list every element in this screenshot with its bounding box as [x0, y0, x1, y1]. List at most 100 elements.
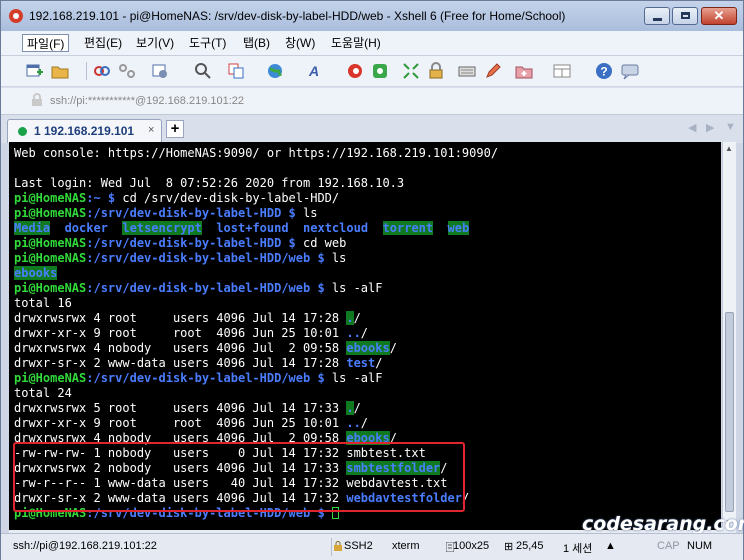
- xftp-icon[interactable]: [371, 62, 389, 80]
- tab-close-icon[interactable]: ×: [148, 124, 154, 136]
- listing-row: drwxr-sr-x 2 www-data users 4096 Jul 14 …: [14, 356, 382, 371]
- prompt-path: :/srv/dev-disk-by-label-HDD/web $: [86, 281, 332, 295]
- tab-bar: 1 192.168.219.101 × + ◀ ▶ ▼: [1, 114, 743, 143]
- menu-file[interactable]: 파일(F): [22, 34, 70, 52]
- dir-entry: ebooks: [14, 266, 58, 280]
- prompt-user: pi@HomeNAS: [14, 251, 87, 265]
- listing-row: drwxr-xr-x 9 root root 4096 Jun 25 10:01…: [14, 326, 368, 341]
- menu-tools[interactable]: 도구(T): [185, 34, 230, 52]
- prompt-path: :/srv/dev-disk-by-label-HDD/web $: [86, 371, 332, 385]
- file-name: ebooks: [346, 431, 390, 445]
- file-name: webdavtest.txt: [346, 476, 448, 490]
- terminal-line: pi@HomeNAS:/srv/dev-disk-by-label-HDD/we…: [14, 371, 382, 386]
- terminal-screen[interactable]: Web console: https://HomeNAS:9090/ or ht…: [9, 142, 721, 530]
- help-icon[interactable]: ?: [595, 62, 613, 80]
- svg-text:?: ?: [600, 65, 607, 79]
- terminal-line: pi@HomeNAS:/srv/dev-disk-by-label-HDD $ …: [14, 206, 317, 221]
- file-meta: drwxr-xr-x 9 root root 4096 Jun 25 10:01: [14, 326, 347, 340]
- listing-row: -rw-r--r-- 1 www-data users 40 Jul 14 17…: [14, 476, 448, 491]
- file-suffix: /: [353, 311, 361, 325]
- address-text[interactable]: ssh://pi:***********@192.168.219.101:22: [50, 95, 244, 107]
- minimize-icon: [653, 18, 662, 21]
- minimize-button[interactable]: [644, 7, 670, 25]
- keyboard-icon[interactable]: [458, 62, 476, 80]
- terminal-scrollbar[interactable]: ▲ ▼: [722, 142, 736, 530]
- file-meta: drwxrwsrwx 4 root users 4096 Jul 14 17:2…: [14, 311, 347, 325]
- listing-row: drwxr-sr-x 2 www-data users 4096 Jul 14 …: [14, 491, 469, 506]
- terminal-line: pi@HomeNAS:/srv/dev-disk-by-label-HDD/we…: [14, 251, 346, 266]
- menu-window[interactable]: 창(W): [281, 34, 319, 52]
- file-name: ..: [346, 326, 361, 340]
- terminal-line: total 16: [14, 296, 72, 310]
- copy-icon[interactable]: [227, 62, 245, 80]
- menu-tab[interactable]: 탭(B): [239, 34, 274, 52]
- xshell-icon[interactable]: [346, 62, 364, 80]
- file-suffix: /: [360, 326, 369, 340]
- prompt-user: pi@HomeNAS: [14, 371, 87, 385]
- listing-row: drwxr-xr-x 9 root root 4096 Jun 25 10:01…: [14, 416, 368, 431]
- xshell-app-icon: [9, 9, 23, 23]
- prompt-user: pi@HomeNAS: [14, 506, 87, 520]
- listing-row: drwxrwsrwx 4 nobody users 4096 Jul 2 09:…: [14, 431, 397, 446]
- command: ls: [331, 251, 347, 265]
- disconnect-icon[interactable]: [118, 62, 136, 80]
- command: ls -alF: [331, 371, 383, 385]
- close-button[interactable]: ✕: [701, 7, 737, 25]
- dir-entry: nextcloud: [303, 221, 369, 235]
- new-session-icon[interactable]: [25, 62, 43, 80]
- watermark: codesarang.com: [582, 513, 744, 535]
- scroll-up-icon[interactable]: ▲: [725, 144, 733, 153]
- status-separator: [331, 538, 332, 556]
- tab-scroll-right-icon[interactable]: ▶: [706, 121, 714, 134]
- menu-bar: 파일(F) 편집(E) 보기(V) 도구(T) 탭(B) 창(W) 도움말(H): [1, 31, 743, 56]
- file-name: test: [346, 356, 376, 370]
- file-name: smbtestfolder: [346, 461, 441, 475]
- prompt-user: pi@HomeNAS: [14, 281, 87, 295]
- globe-icon[interactable]: [266, 62, 284, 80]
- terminal-line: pi@HomeNAS:~ $ cd /srv/dev-disk-by-label…: [14, 191, 339, 206]
- lock-icon[interactable]: [427, 62, 445, 80]
- session-tab-label: 1 192.168.219.101: [34, 124, 135, 138]
- new-tab-icon[interactable]: [515, 62, 533, 80]
- properties-icon[interactable]: [151, 62, 169, 80]
- file-suffix: /: [440, 461, 448, 475]
- file-meta: drwxrwsrwx 4 nobody users 4096 Jul 2 09:…: [14, 431, 347, 445]
- listing-row: drwxrwsrwx 5 root users 4096 Jul 14 17:3…: [14, 401, 361, 416]
- listing-row: drwxrwsrwx 4 root users 4096 Jul 14 17:2…: [14, 311, 361, 326]
- find-icon[interactable]: [194, 62, 212, 80]
- tab-scroll-left-icon[interactable]: ◀: [688, 121, 696, 134]
- status-protocol: SSH2: [344, 540, 373, 552]
- session-tab[interactable]: 1 192.168.219.101 ×: [7, 119, 162, 143]
- menu-help[interactable]: 도움말(H): [327, 34, 385, 52]
- window-title: 192.168.219.101 - pi@HomeNAS: /srv/dev-d…: [29, 9, 566, 23]
- menu-view[interactable]: 보기(V): [132, 34, 178, 52]
- maximize-button[interactable]: [672, 7, 698, 25]
- file-meta: drwxrwsrwx 2 nobody users 4096 Jul 14 17…: [14, 461, 347, 475]
- file-name: .: [346, 401, 354, 415]
- terminal-line: ebooks: [14, 266, 58, 281]
- status-num: NUM: [687, 540, 713, 552]
- chat-icon[interactable]: [621, 62, 639, 80]
- prompt-path: :/srv/dev-disk-by-label-HDD $: [86, 206, 303, 220]
- font-icon[interactable]: A: [305, 62, 323, 80]
- prompt-path: :~ $: [86, 191, 123, 205]
- compose-icon[interactable]: [484, 62, 502, 80]
- layout-icon[interactable]: [553, 62, 571, 80]
- dir-entry: lost+found: [216, 221, 289, 235]
- toolbar-separator: [86, 62, 87, 80]
- terminal-line: pi@HomeNAS:/srv/dev-disk-by-label-HDD $ …: [14, 236, 346, 251]
- tab-list-icon[interactable]: ▼: [725, 121, 736, 133]
- sessions-dropdown-icon[interactable]: ▲: [605, 540, 616, 552]
- status-term: xterm: [392, 540, 420, 552]
- file-suffix: /: [353, 401, 361, 415]
- file-suffix: /: [389, 431, 397, 445]
- add-tab-button[interactable]: +: [166, 120, 184, 138]
- terminal-line: total 24: [14, 386, 72, 400]
- open-folder-icon[interactable]: [51, 62, 69, 80]
- reconnect-icon[interactable]: [93, 62, 111, 80]
- prompt-user: pi@HomeNAS: [14, 191, 87, 205]
- fullscreen-icon[interactable]: [402, 62, 420, 80]
- address-bar[interactable]: ssh://pi:***********@192.168.219.101:22: [1, 87, 743, 114]
- menu-edit[interactable]: 편집(E): [80, 34, 126, 52]
- scroll-thumb[interactable]: [725, 312, 734, 512]
